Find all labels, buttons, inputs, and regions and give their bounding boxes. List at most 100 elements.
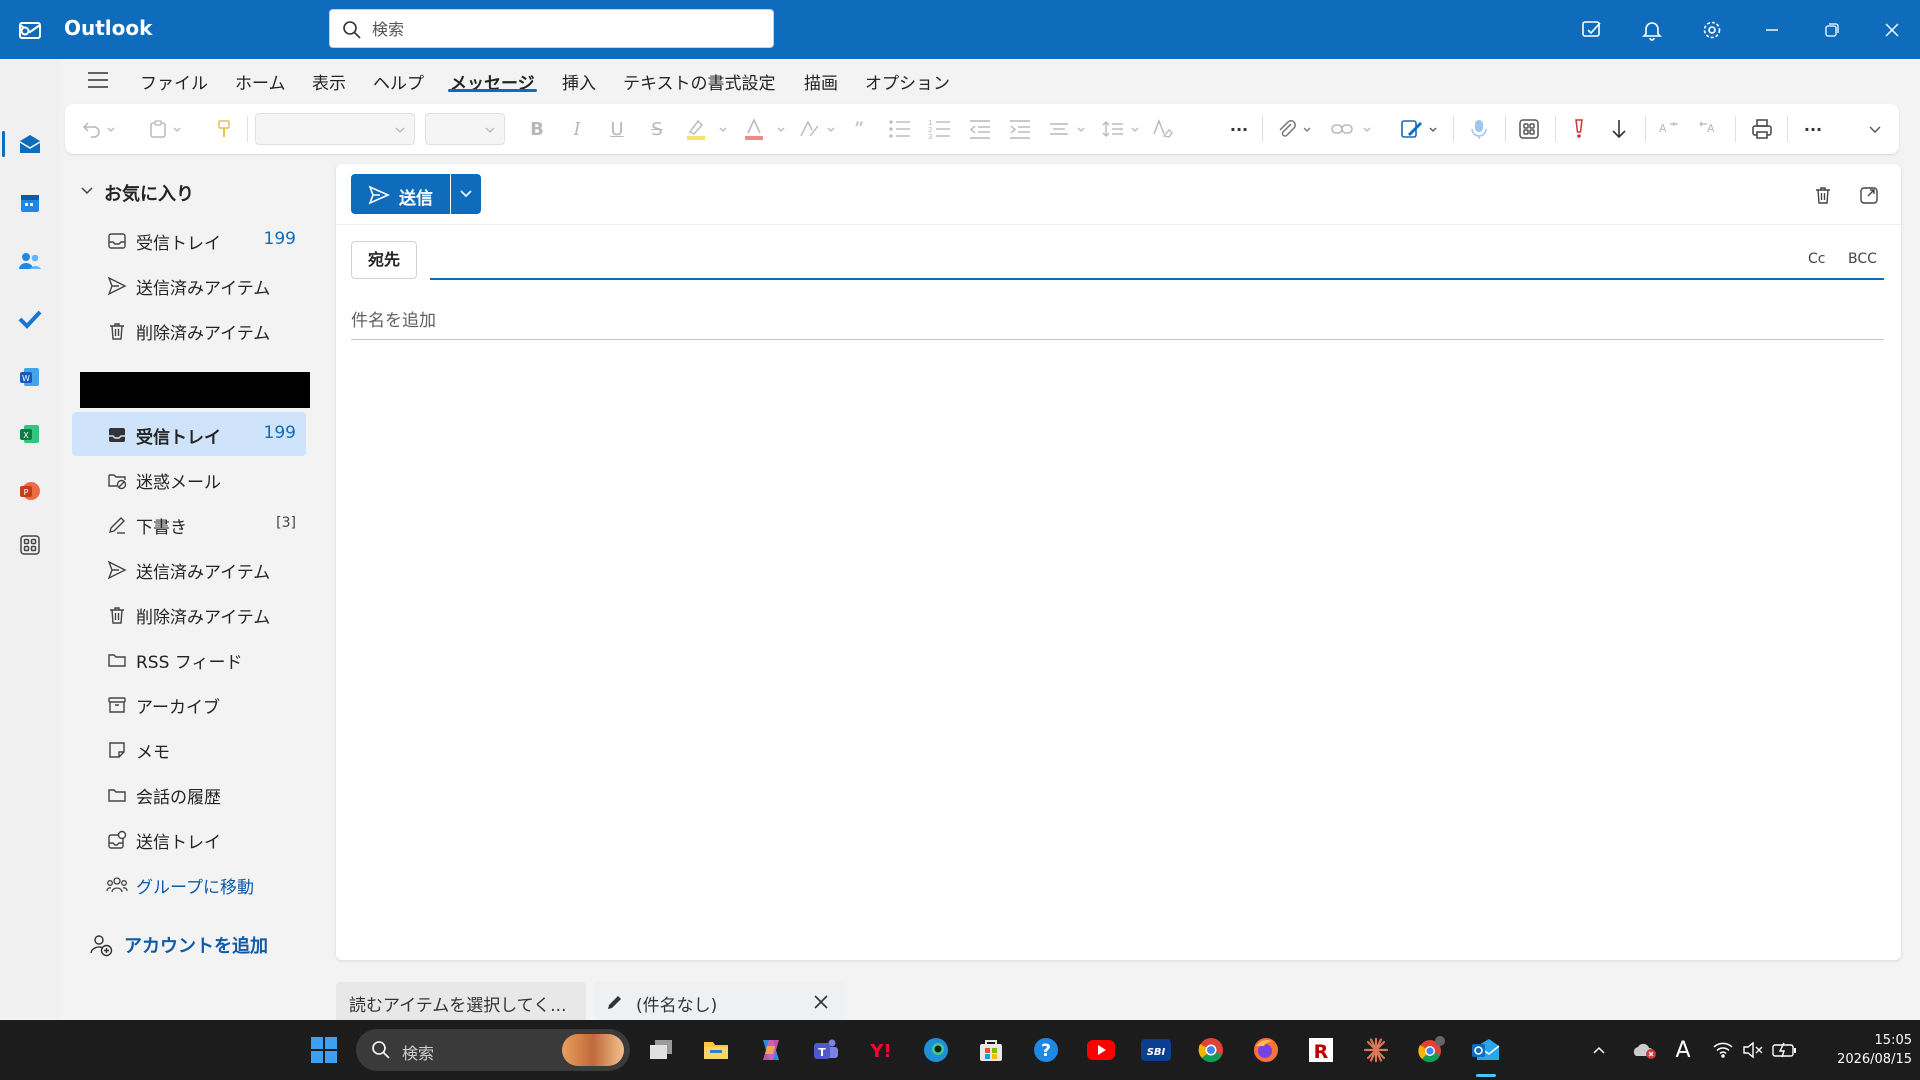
pop-out-icon[interactable] [1854,180,1884,210]
tab-draw[interactable]: 描画 [804,69,838,94]
reading-pane-tab[interactable]: 読むアイテムを選択してく... [336,982,586,1020]
add-account-button[interactable]: アカウントを追加 [88,930,308,960]
strikethrough-icon[interactable]: S [645,117,669,141]
account-name-redacted[interactable] [80,372,310,408]
tab-format-text[interactable]: テキストの書式設定 [623,69,776,94]
tab-view[interactable]: 表示 [312,69,346,94]
font-color-icon[interactable] [741,117,767,141]
send-button[interactable]: 送信 [351,174,450,214]
collapse-ribbon-icon[interactable] [1865,117,1885,141]
yahoo-icon[interactable]: Y! [861,1030,901,1070]
text-effects-icon[interactable] [797,117,821,141]
apps-icon[interactable] [1517,117,1541,141]
more-icon[interactable]: ··· [1801,117,1825,141]
todo-icon[interactable] [12,301,48,337]
high-importance-icon[interactable] [1567,117,1591,141]
numbered-list-icon[interactable]: 123 [927,117,953,141]
decrease-indent-icon[interactable] [967,117,993,141]
attach-icon[interactable] [1275,117,1299,141]
chevron-down-icon[interactable] [775,117,787,141]
favorite-sent-items[interactable]: 送信済みアイテム [72,263,306,307]
clear-format-icon[interactable] [1151,117,1175,141]
favorite-inbox[interactable]: 受信トレイ 199 [72,218,306,262]
bold-icon[interactable]: B [525,117,549,141]
discard-trash-icon[interactable] [1808,180,1838,210]
hamburger-icon[interactable] [84,66,112,94]
line-spacing-icon[interactable] [1101,117,1125,141]
compose-icon[interactable] [1574,12,1610,48]
bcc-button[interactable]: BCC [1848,251,1877,267]
font-family-dropdown[interactable] [255,113,415,145]
chevron-down-icon[interactable] [80,184,94,198]
chevron-down-icon[interactable] [1129,117,1141,141]
undo-icon[interactable] [81,117,103,141]
font-size-dropdown[interactable] [425,113,505,145]
italic-icon[interactable]: I [565,117,589,141]
print-icon[interactable] [1749,117,1775,141]
taskbar-search[interactable]: 検索 [356,1029,630,1071]
send-options-dropdown[interactable] [451,174,481,214]
tab-options[interactable]: オプション [865,69,950,94]
onedrive-error-icon[interactable] [1628,1030,1662,1070]
folder-outbox[interactable]: 送信トレイ [72,817,306,861]
low-importance-icon[interactable] [1607,117,1631,141]
youtube-icon[interactable] [1081,1030,1121,1070]
folder-inbox[interactable]: 受信トレイ 199 [72,412,306,456]
search-input[interactable] [372,15,762,43]
tab-insert[interactable]: 挿入 [562,69,596,94]
chevron-down-icon[interactable] [1301,117,1313,141]
folder-deleted-items[interactable]: 削除済みアイテム [72,592,306,636]
folder-junk[interactable]: 迷惑メール [72,457,306,501]
microsoft-store-icon[interactable] [971,1030,1011,1070]
to-button[interactable]: 宛先 [351,241,417,279]
go-to-groups[interactable]: グループに移動 [72,862,306,906]
rakuten-icon[interactable]: R [1301,1030,1341,1070]
chrome-icon[interactable] [1191,1030,1231,1070]
clock[interactable]: 15:05 2026/08/15 [1812,1031,1912,1069]
favorites-header[interactable]: お気に入り [80,180,194,206]
excel-icon[interactable]: X [12,416,48,452]
folder-archive[interactable]: アーカイブ [72,682,306,726]
wifi-icon[interactable] [1708,1030,1738,1070]
folder-rss-feeds[interactable]: RSS フィード [72,637,306,681]
file-explorer-icon[interactable] [696,1030,736,1070]
outlook-taskbar-icon[interactable] [1466,1030,1506,1070]
to-field[interactable] [430,242,1800,278]
link-icon[interactable] [1329,117,1355,141]
edge-icon[interactable] [916,1030,956,1070]
bullet-list-icon[interactable] [887,117,913,141]
clipboard-icon[interactable] [147,117,169,141]
increase-indent-icon[interactable] [1007,117,1033,141]
battery-charging-icon[interactable] [1768,1030,1802,1070]
minimize-icon[interactable] [1754,12,1790,48]
close-icon[interactable] [810,991,832,1013]
cc-button[interactable]: Cc [1808,251,1825,267]
highlight-icon[interactable] [683,117,709,141]
more-icon[interactable]: ··· [1227,117,1251,141]
bell-icon[interactable] [1634,12,1670,48]
underline-icon[interactable]: U [605,117,629,141]
calendar-icon[interactable] [12,185,48,221]
tab-home[interactable]: ホーム [235,69,286,94]
tab-file[interactable]: ファイル [140,69,208,94]
claude-icon[interactable] [1356,1030,1396,1070]
chevron-down-icon[interactable] [1361,117,1373,141]
windows-start-icon[interactable] [304,1030,344,1070]
draft-tab[interactable]: (件名なし) [594,982,844,1020]
folder-conversation-history[interactable]: 会話の履歴 [72,772,306,816]
gear-icon[interactable] [1694,12,1730,48]
tab-help[interactable]: ヘルプ [373,69,424,94]
restore-icon[interactable] [1814,12,1850,48]
chevron-down-icon[interactable] [105,117,117,141]
people-icon[interactable] [12,243,48,279]
powerpoint-icon[interactable]: P [12,473,48,509]
quote-icon[interactable]: ” [847,117,871,141]
message-body[interactable] [351,354,1884,944]
tray-chevron-up-icon[interactable] [1584,1030,1614,1070]
chevron-down-icon[interactable] [1075,117,1087,141]
help-icon[interactable]: ? [1026,1030,1066,1070]
mail-icon[interactable] [12,126,48,162]
copilot-icon[interactable] [751,1030,791,1070]
search-box[interactable] [329,9,774,48]
chevron-down-icon[interactable] [717,117,729,141]
